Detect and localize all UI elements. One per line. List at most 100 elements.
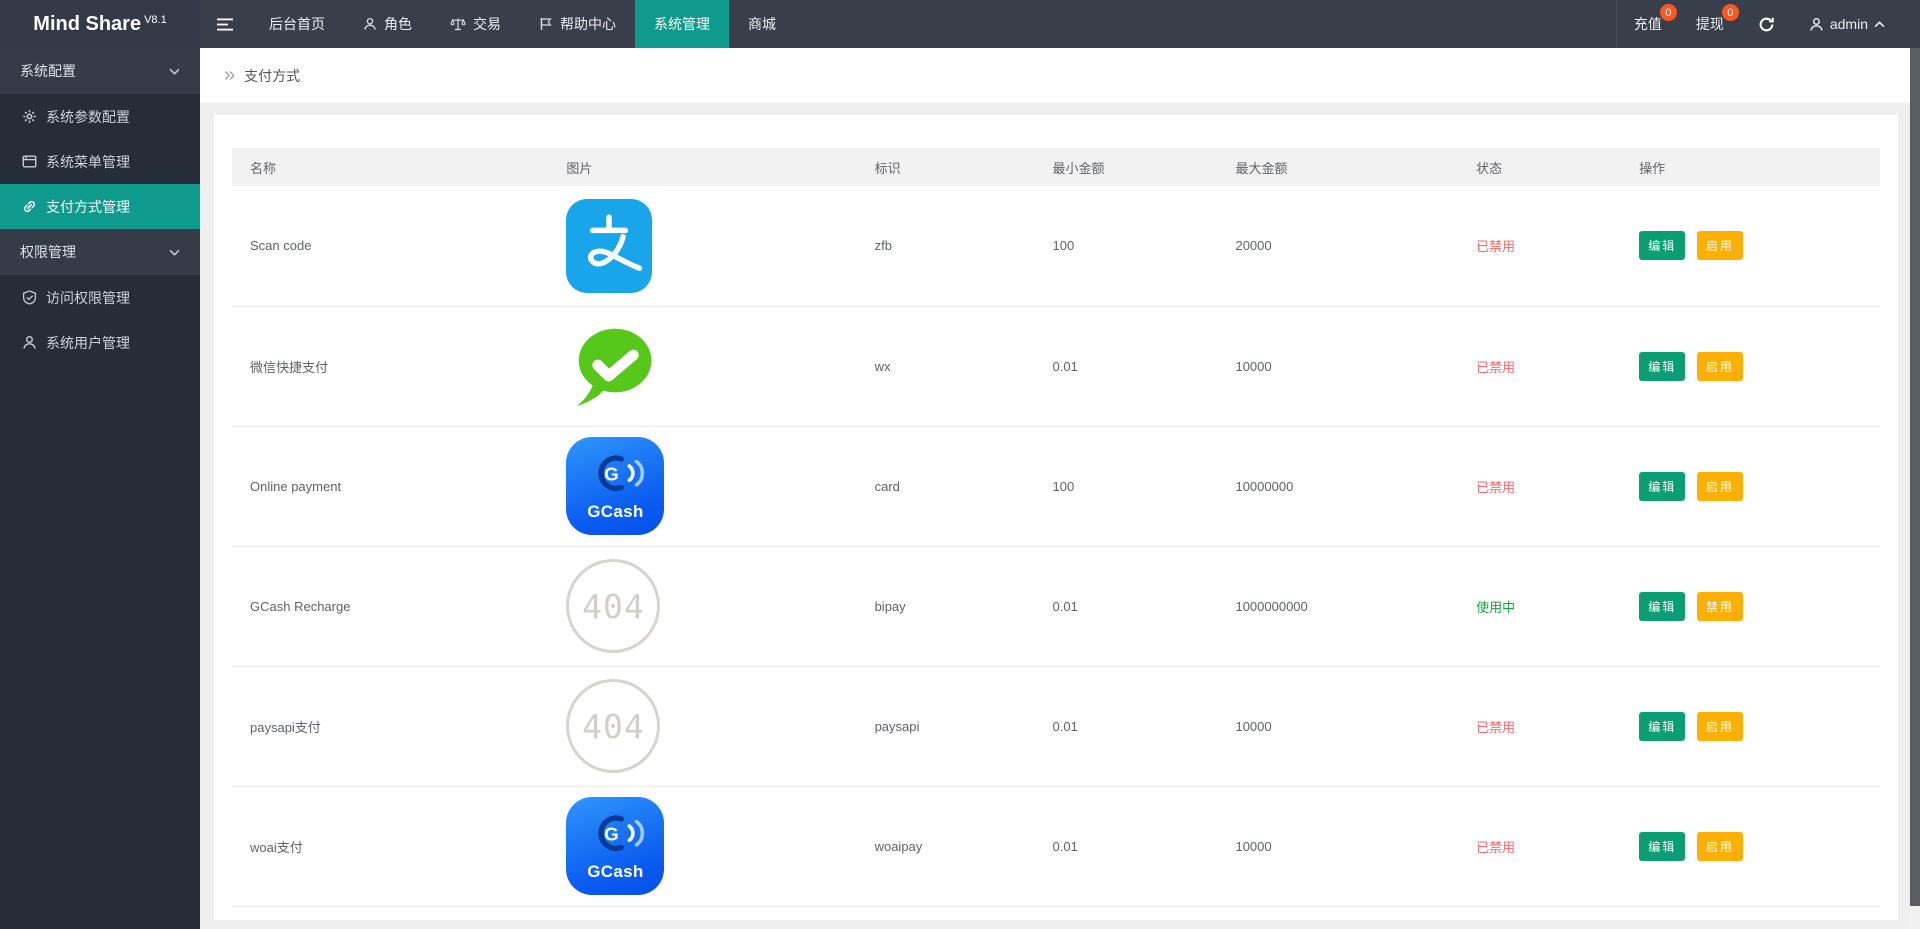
user-menu[interactable]: admin (1792, 0, 1902, 48)
nav-label: 帮助中心 (560, 14, 616, 34)
sidebar-item-system-users[interactable]: 系统用户管理 (0, 320, 200, 365)
edit-button[interactable]: 编辑 (1639, 231, 1685, 260)
image-404-placeholder: 404 (566, 679, 660, 773)
payment-code: zfb (857, 186, 1035, 306)
chevron-down-icon (169, 68, 180, 75)
payment-name: Online payment (232, 426, 548, 546)
col-header-min: 最小金额 (1035, 148, 1218, 186)
payment-max: 20000 (1217, 186, 1458, 306)
payment-name: Scan code (232, 186, 548, 306)
top-nav: 后台首页 角色 交易 帮助中心 系统管理 商城 (250, 0, 795, 48)
sidebar-item-system-menu[interactable]: 系统菜单管理 (0, 139, 200, 184)
col-header-name: 名称 (232, 148, 548, 186)
payment-code: paysapi (857, 666, 1035, 786)
nav-item-help-center[interactable]: 帮助中心 (520, 0, 635, 48)
enable-button[interactable]: 启用 (1697, 231, 1743, 260)
person-icon (22, 335, 37, 350)
sidebar-group-permissions[interactable]: 权限管理 (0, 229, 200, 275)
recharge-button[interactable]: 充值 0 (1616, 0, 1679, 48)
breadcrumb-chevrons-icon: » (224, 65, 235, 85)
link-icon (22, 199, 37, 214)
enable-button[interactable]: 启用 (1697, 352, 1743, 381)
wechat-pay-logo (566, 320, 666, 412)
payment-max: 10000 (1217, 306, 1458, 426)
app-logo-version: V8.1 (144, 14, 167, 26)
sidebar-group-label: 系统配置 (20, 61, 76, 81)
payment-name: paysapi支付 (232, 666, 548, 786)
payment-code: woaipay (857, 786, 1035, 906)
payment-max: 10000000 (1217, 426, 1458, 546)
scrollbar-thumb[interactable] (1910, 48, 1920, 906)
col-header-code: 标识 (857, 148, 1035, 186)
edit-button[interactable]: 编辑 (1639, 352, 1685, 381)
recharge-label: 充值 (1634, 14, 1662, 34)
window-icon (22, 154, 37, 169)
payment-code: card (857, 426, 1035, 546)
nav-item-system-management[interactable]: 系统管理 (635, 0, 729, 48)
shield-check-icon (22, 290, 37, 305)
nav-item-roles[interactable]: 角色 (344, 0, 431, 48)
disable-button[interactable]: 禁用 (1697, 592, 1743, 621)
payment-name: GCash Recharge (232, 546, 548, 666)
sidebar-item-access-permissions[interactable]: 访问权限管理 (0, 275, 200, 320)
table-row: Online payment GCash card 100 10000000 已… (232, 426, 1880, 546)
refresh-icon (1758, 16, 1775, 33)
nav-item-transactions[interactable]: 交易 (431, 0, 520, 48)
sidebar-item-label: 支付方式管理 (46, 197, 130, 217)
sidebar-item-payment-methods[interactable]: 支付方式管理 (0, 184, 200, 229)
breadcrumb: » 支付方式 (200, 48, 1910, 103)
payment-min: 0.01 (1035, 666, 1218, 786)
sidebar-toggle-button[interactable] (200, 0, 250, 48)
payment-code: wx (857, 306, 1035, 426)
table-row: woai支付 GCash woaipay 0.01 10000 已禁用 编辑 (232, 786, 1880, 906)
payment-min: 0.01 (1035, 786, 1218, 906)
sidebar: 系统配置 系统参数配置 系统菜单管理 支付方式管理 权限管理 访问权限管理 系统… (0, 48, 200, 929)
user-icon (1809, 17, 1824, 32)
payment-max: 10000 (1217, 666, 1458, 786)
withdraw-badge: 0 (1722, 4, 1739, 21)
nav-item-mall[interactable]: 商城 (729, 0, 795, 48)
sidebar-item-label: 访问权限管理 (46, 288, 130, 308)
withdraw-button[interactable]: 提现 0 (1679, 0, 1741, 48)
payment-methods-table: 名称 图片 标识 最小金额 最大金额 状态 操作 Scan code (232, 148, 1880, 907)
status-badge: 已禁用 (1476, 480, 1515, 495)
enable-button[interactable]: 启用 (1697, 712, 1743, 741)
alipay-glyph-icon (570, 207, 648, 285)
sidebar-group-label: 权限管理 (20, 242, 76, 262)
gcash-logo: GCash (566, 797, 664, 895)
edit-button[interactable]: 编辑 (1639, 712, 1685, 741)
table-row: 微信快捷支付 wx 0.01 10000 已禁用 编辑 启用 (232, 306, 1880, 426)
col-header-image: 图片 (548, 148, 856, 186)
gcash-logo: GCash (566, 437, 664, 535)
enable-button[interactable]: 启用 (1697, 472, 1743, 501)
username: admin (1830, 16, 1868, 32)
sidebar-item-label: 系统用户管理 (46, 333, 130, 353)
breadcrumb-current: 支付方式 (244, 66, 300, 86)
col-header-actions: 操作 (1621, 148, 1880, 186)
edit-button[interactable]: 编辑 (1639, 592, 1685, 621)
status-badge: 已禁用 (1476, 360, 1515, 375)
withdraw-label: 提现 (1696, 14, 1724, 34)
col-header-max: 最大金额 (1217, 148, 1458, 186)
gcash-mark-icon (570, 450, 660, 500)
payment-max: 1000000000 (1217, 546, 1458, 666)
nav-label: 系统管理 (654, 14, 710, 34)
nav-item-dashboard[interactable]: 后台首页 (250, 0, 344, 48)
edit-button[interactable]: 编辑 (1639, 832, 1685, 861)
flag-icon (539, 17, 553, 31)
table-row: Scan code zfb 100 20000 已禁用 编辑 启用 (232, 186, 1880, 306)
scales-icon (450, 17, 466, 31)
table-header-row: 名称 图片 标识 最小金额 最大金额 状态 操作 (232, 148, 1880, 186)
nav-label: 商城 (748, 14, 776, 34)
nav-label: 角色 (384, 14, 412, 34)
enable-button[interactable]: 启用 (1697, 832, 1743, 861)
sidebar-item-system-params[interactable]: 系统参数配置 (0, 94, 200, 139)
refresh-button[interactable] (1741, 0, 1792, 48)
content-area: 名称 图片 标识 最小金额 最大金额 状态 操作 Scan code (200, 103, 1910, 929)
payment-min: 0.01 (1035, 306, 1218, 426)
payment-methods-card: 名称 图片 标识 最小金额 最大金额 状态 操作 Scan code (214, 115, 1898, 920)
edit-button[interactable]: 编辑 (1639, 472, 1685, 501)
gcash-logo-text: GCash (587, 862, 643, 882)
sidebar-group-system-config[interactable]: 系统配置 (0, 48, 200, 94)
payment-name: woai支付 (232, 786, 548, 906)
